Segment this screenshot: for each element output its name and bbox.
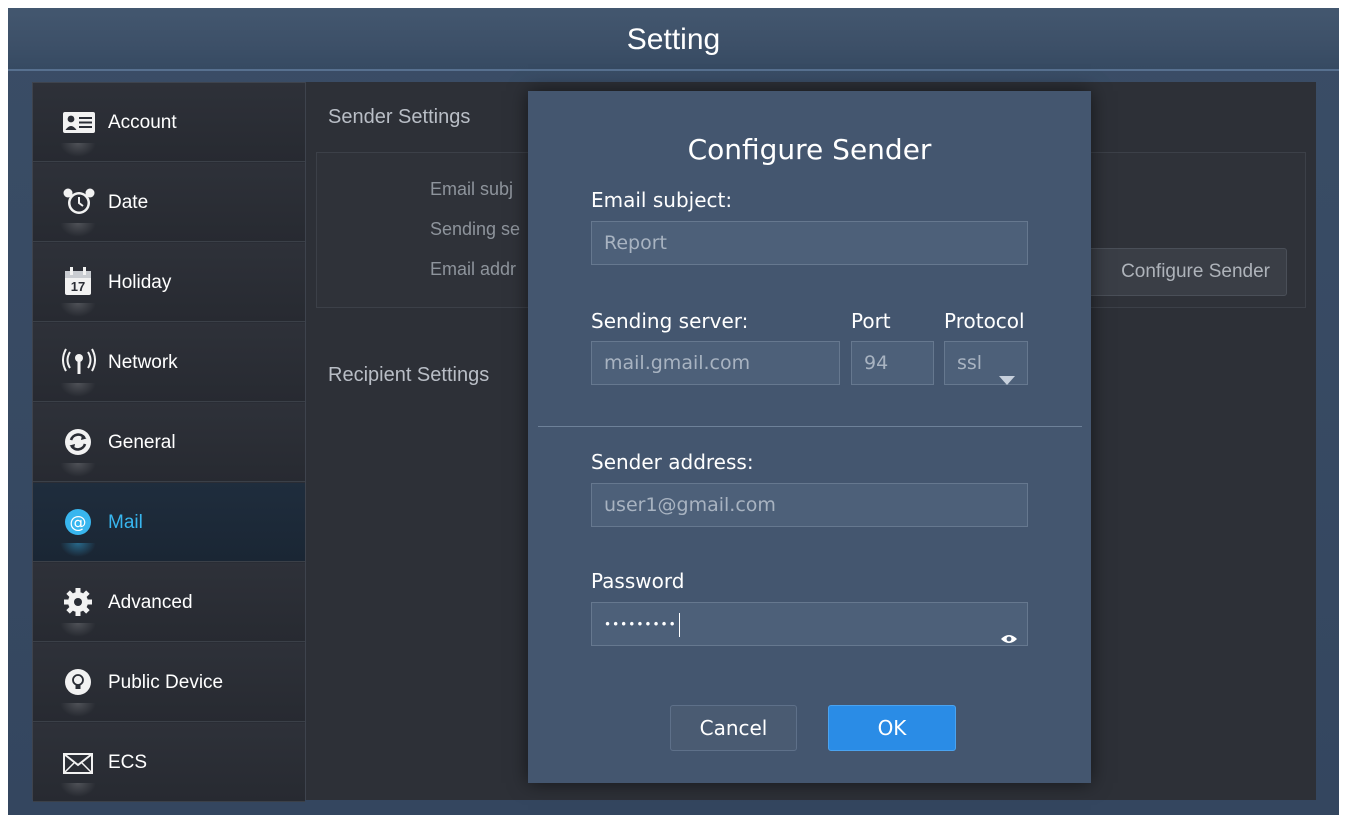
antenna-icon — [62, 347, 96, 377]
icon-reflection — [60, 223, 96, 237]
window-title: Setting — [8, 8, 1339, 71]
email-subject-input[interactable]: Report — [591, 221, 1028, 265]
password-input[interactable]: ••••••••• — [591, 602, 1028, 646]
icon-reflection — [60, 623, 96, 637]
chevron-down-icon — [999, 359, 1015, 401]
password-value: ••••••••• — [604, 617, 677, 632]
sidebar-item-label: Public Device — [108, 672, 224, 693]
email-subject-label: Email subj — [430, 179, 514, 199]
sidebar-item-mail[interactable]: @ Mail — [33, 483, 305, 562]
sidebar: Account Date 17 Holiday Network General … — [32, 82, 306, 802]
account-card-icon — [62, 107, 96, 137]
sidebar-item-account[interactable]: Account — [33, 83, 305, 162]
port-label: Port — [851, 309, 891, 333]
configure-sender-button[interactable]: Configure Sender — [1077, 248, 1287, 296]
protocol-select[interactable]: ssl — [944, 341, 1028, 385]
icon-reflection — [60, 703, 96, 717]
sender-settings-title: Sender Settings — [328, 106, 471, 128]
recipient-settings-title: Recipient Settings — [328, 364, 490, 386]
dialog-title: Configure Sender — [687, 133, 932, 166]
sidebar-item-network[interactable]: Network — [33, 323, 305, 402]
sender-address-input[interactable]: user1@gmail.com — [591, 483, 1028, 527]
sender-address-label: Sender address: — [591, 450, 754, 474]
calendar-day-number: 17 — [70, 279, 86, 294]
gear-icon — [62, 587, 96, 617]
settings-window: Setting Account Date 17 Holiday Network … — [8, 8, 1339, 815]
ok-button[interactable]: OK — [828, 705, 956, 751]
sending-server-input[interactable]: mail.gmail.com — [591, 341, 840, 385]
cancel-button[interactable]: Cancel — [670, 705, 797, 751]
sidebar-item-public-device[interactable]: Public Device — [33, 643, 305, 722]
password-label: Password — [591, 569, 685, 593]
sidebar-item-date[interactable]: Date — [33, 163, 305, 242]
icon-reflection — [60, 303, 96, 317]
protocol-select-value: ssl — [957, 352, 983, 374]
dialog-divider — [538, 426, 1082, 427]
sidebar-item-label: Account — [108, 112, 177, 133]
sidebar-item-general[interactable]: General — [33, 403, 305, 482]
text-caret — [678, 612, 680, 637]
bulb-icon — [62, 667, 96, 697]
sidebar-item-advanced[interactable]: Advanced — [33, 563, 305, 642]
envelope-icon — [62, 747, 96, 777]
port-input[interactable]: 94 — [851, 341, 934, 385]
email-subject-label: Email subject: — [591, 188, 733, 212]
configure-sender-dialog: Configure Sender Email subject: Report S… — [528, 91, 1091, 783]
refresh-icon — [62, 427, 96, 457]
alarm-clock-icon — [62, 187, 96, 217]
svg-text:@: @ — [70, 513, 87, 533]
eye-icon[interactable] — [1001, 618, 1017, 660]
sidebar-item-label: Network — [108, 352, 178, 373]
protocol-label: Protocol — [944, 309, 1025, 333]
icon-reflection — [60, 543, 96, 557]
icon-reflection — [60, 383, 96, 397]
sidebar-item-label: Advanced — [108, 592, 193, 613]
sending-server-label: Sending server: — [591, 309, 749, 333]
icon-reflection — [60, 463, 96, 477]
sidebar-item-label: Date — [108, 192, 149, 213]
icon-reflection — [60, 783, 96, 797]
at-sign-icon: @ — [62, 507, 96, 537]
sidebar-item-label: Holiday — [108, 272, 172, 293]
sidebar-item-ecs[interactable]: ECS — [33, 723, 305, 802]
sidebar-item-label: General — [108, 432, 176, 453]
sidebar-item-holiday[interactable]: 17 Holiday — [33, 243, 305, 322]
sidebar-item-label: ECS — [108, 752, 148, 773]
sidebar-item-label: Mail — [108, 512, 143, 533]
sending-server-label: Sending se — [430, 219, 521, 239]
calendar-icon: 17 — [62, 267, 96, 297]
email-address-label: Email addr — [430, 259, 517, 279]
icon-reflection — [60, 143, 96, 157]
